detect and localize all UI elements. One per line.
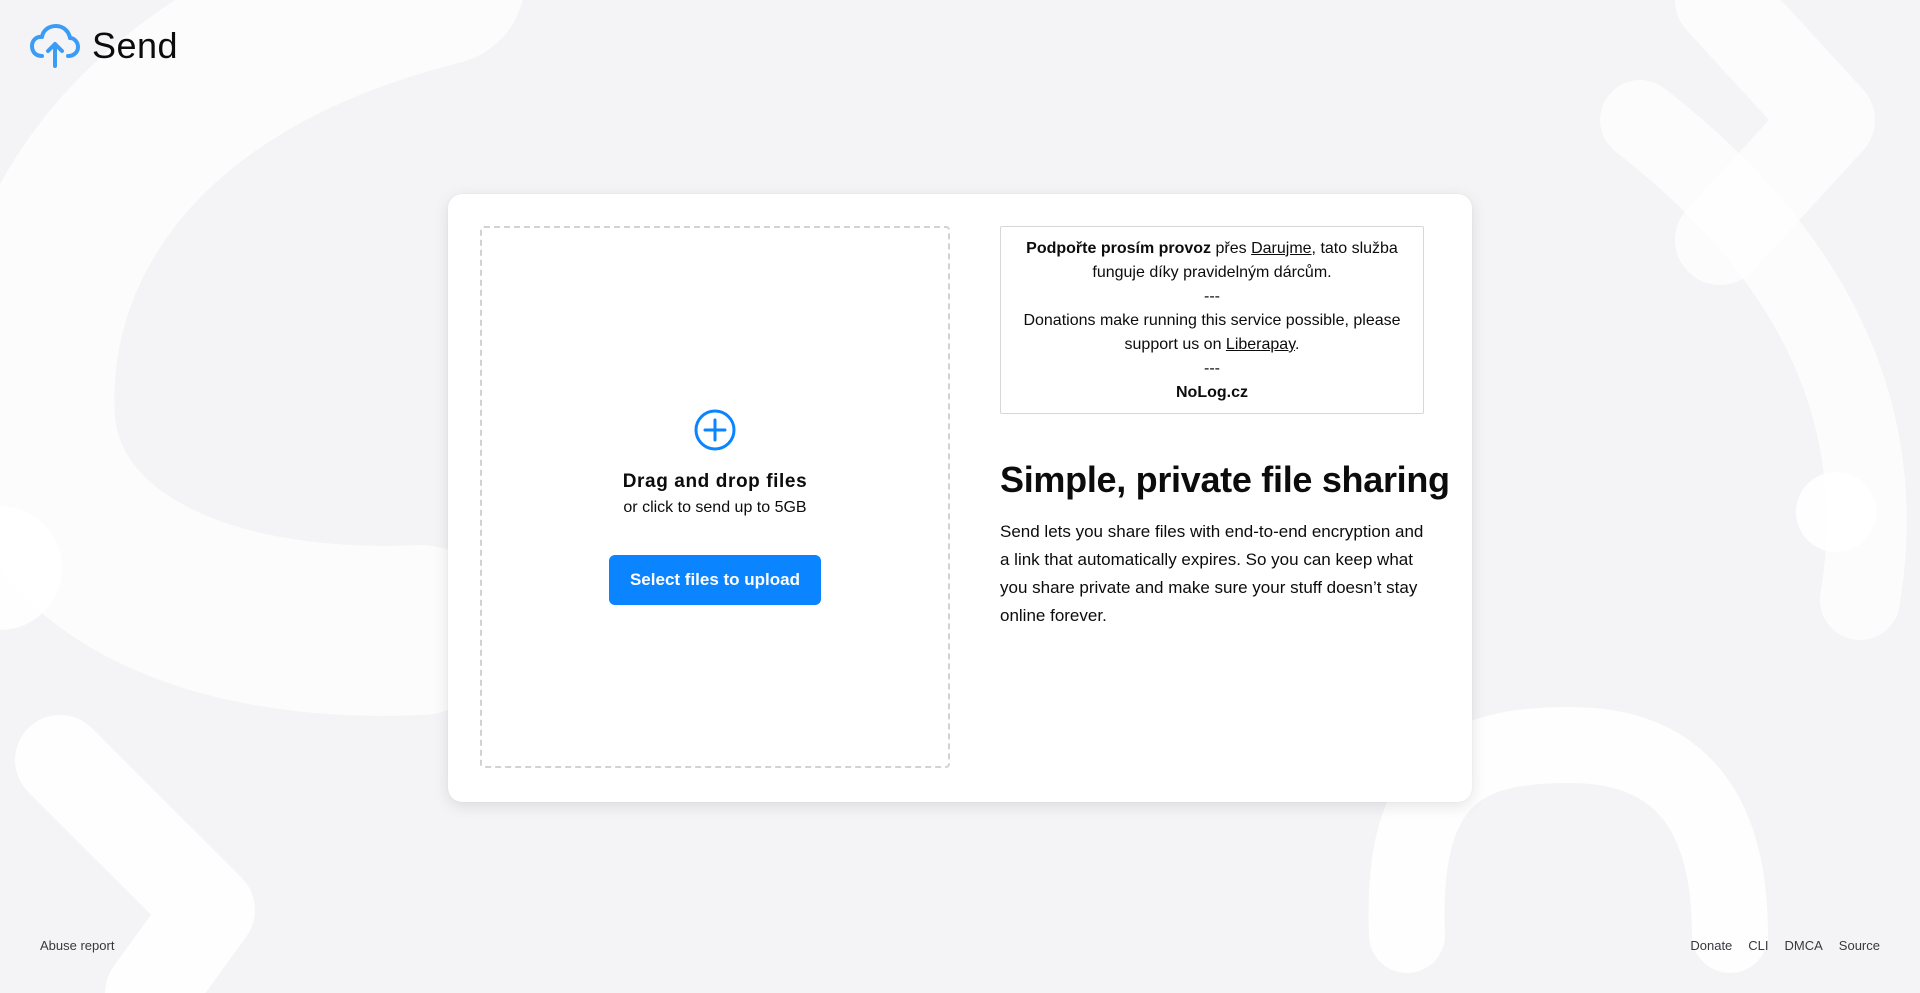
plus-circle-icon[interactable] — [694, 409, 736, 451]
donation-cz-via: přes — [1211, 240, 1252, 257]
intro-description: Send lets you share files with end-to-en… — [1000, 521, 1424, 625]
donation-separator: --- — [1204, 288, 1220, 305]
dropzone-title: Drag and drop files — [622, 471, 808, 492]
donation-cz-bold: Podpořte prosím provoz — [1026, 240, 1212, 257]
dropzone-subtitle: or click to send up to 5GB — [623, 499, 807, 516]
footer-link-cli[interactable]: CLI — [1748, 938, 1768, 953]
donation-en-text: Donations make running this service poss… — [1023, 312, 1401, 353]
app-name[interactable]: Send — [92, 28, 178, 64]
footer-link-source[interactable]: Source — [1839, 938, 1880, 953]
footer-links: Donate CLI DMCA Source — [1690, 938, 1880, 953]
donation-brand: NoLog.cz — [1176, 384, 1248, 401]
darujme-link[interactable]: Darujme — [1251, 240, 1311, 257]
select-files-button[interactable]: Select files to upload — [609, 555, 821, 605]
page: Send Drag and drop files or click to sen… — [0, 0, 1920, 993]
liberapay-link[interactable]: Liberapay — [1226, 336, 1295, 353]
upload-card: Drag and drop files or click to send up … — [448, 194, 1472, 802]
file-dropzone[interactable]: Drag and drop files or click to send up … — [480, 226, 950, 768]
header: Send — [30, 24, 178, 68]
footer-left: Abuse report — [40, 938, 114, 953]
footer-link-dmca[interactable]: DMCA — [1785, 938, 1823, 953]
footer-link-donate[interactable]: Donate — [1690, 938, 1732, 953]
cloud-upload-icon[interactable] — [30, 24, 80, 68]
donation-en-end: . — [1295, 336, 1300, 353]
abuse-report-link[interactable]: Abuse report — [40, 938, 114, 953]
intro-panel: Podpořte prosím provoz přes Darujme, tat… — [1000, 226, 1450, 630]
donation-notice: Podpořte prosím provoz přes Darujme, tat… — [1000, 226, 1424, 414]
page-title: Simple, private file sharing — [1000, 459, 1450, 500]
donation-separator: --- — [1204, 360, 1220, 377]
